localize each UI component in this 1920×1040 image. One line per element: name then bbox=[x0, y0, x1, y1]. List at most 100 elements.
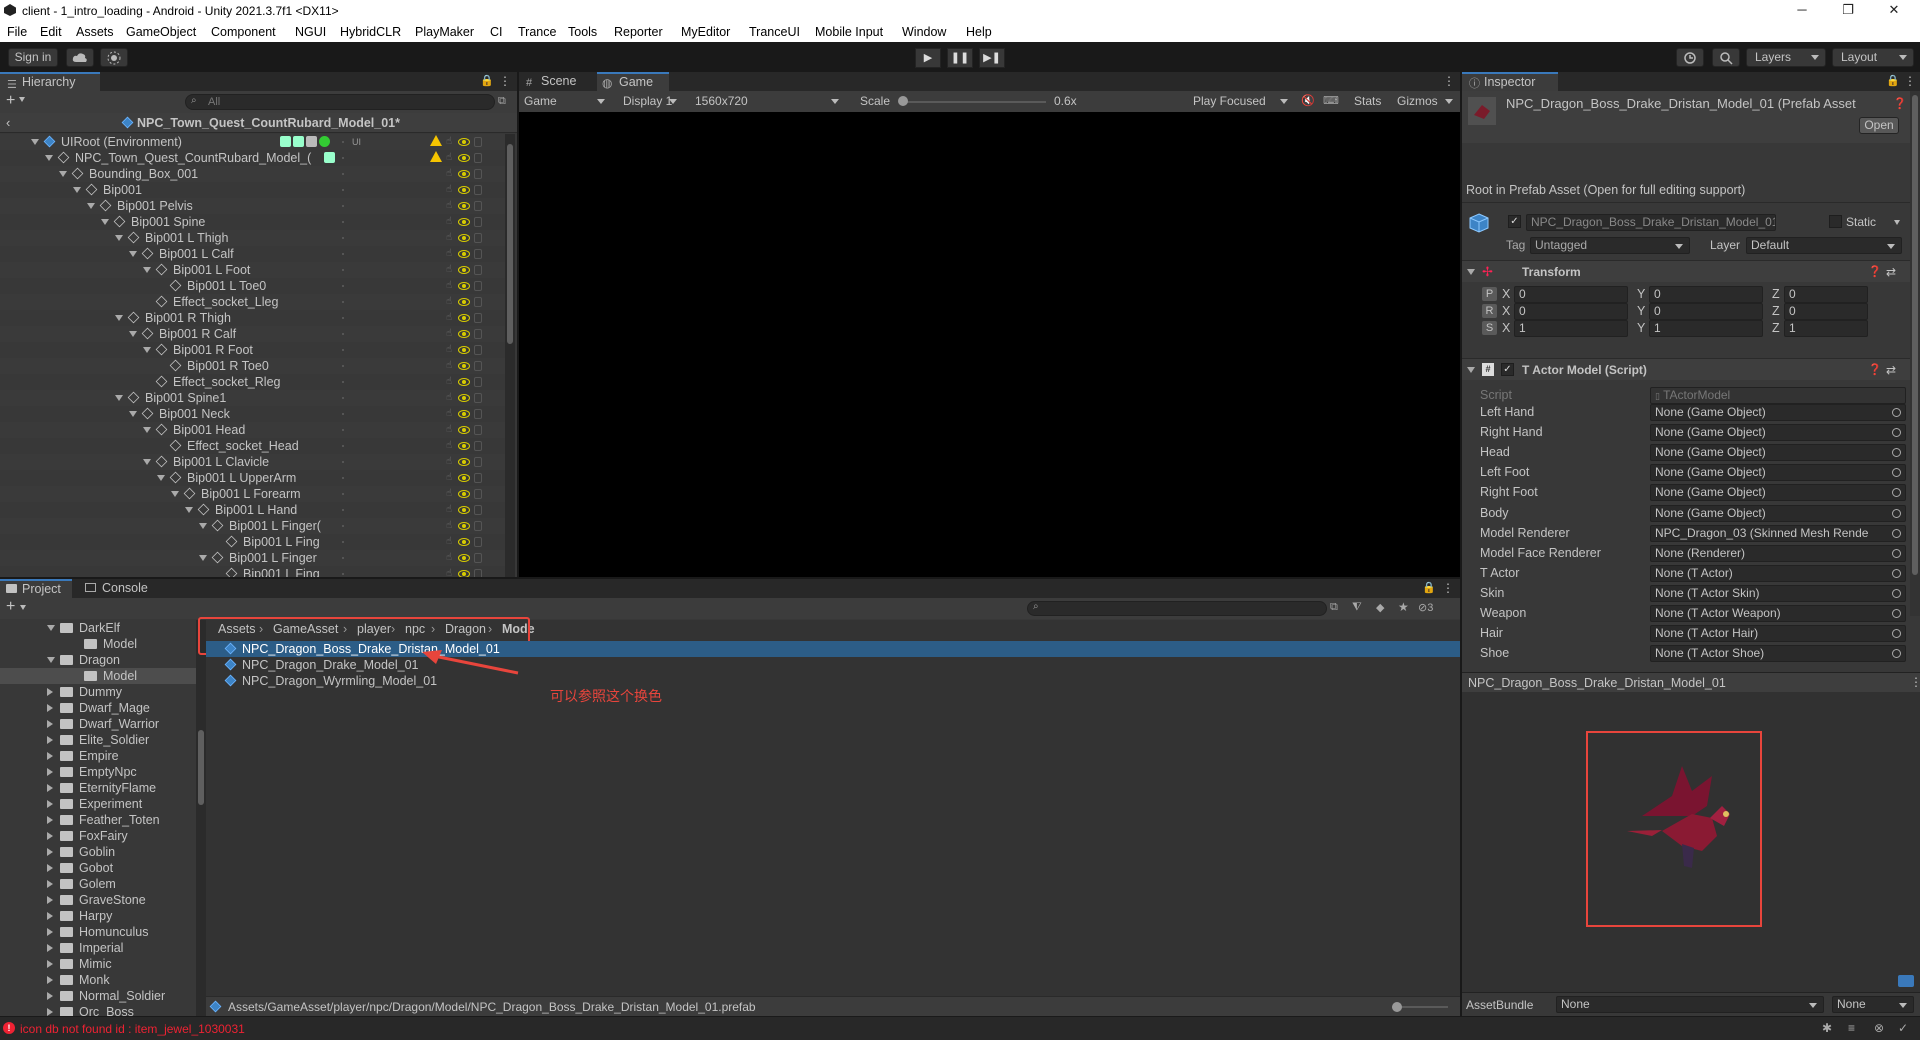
visibility-eye-icon[interactable] bbox=[458, 186, 470, 194]
visibility-eye-icon[interactable] bbox=[458, 298, 470, 306]
collab-button[interactable] bbox=[100, 48, 128, 67]
menu-trance[interactable]: Trance bbox=[518, 25, 556, 39]
pickable-hand-icon[interactable]: ☝ bbox=[446, 214, 454, 227]
folder-tree-item[interactable]: Feather_Toten bbox=[0, 812, 196, 828]
hierarchy-scrollbar[interactable] bbox=[505, 134, 515, 577]
step-button[interactable]: ▶❚ bbox=[979, 48, 1005, 68]
transform-y-field[interactable]: 1 bbox=[1649, 320, 1763, 337]
hierarchy-search-input[interactable]: All bbox=[185, 94, 495, 110]
expanded-arrow-icon[interactable] bbox=[47, 625, 55, 631]
hierarchy-row[interactable]: Bip001 L Fing ☝ bbox=[0, 566, 505, 577]
visibility-eye-icon[interactable] bbox=[458, 538, 470, 546]
open-prefab-button[interactable]: Open bbox=[1859, 117, 1899, 134]
pickable-hand-icon[interactable]: ☝ bbox=[446, 230, 454, 243]
visibility-eye-icon[interactable] bbox=[458, 266, 470, 274]
lock-icon[interactable] bbox=[474, 281, 482, 291]
tag-icon[interactable] bbox=[1898, 975, 1914, 987]
menu-file[interactable]: File bbox=[7, 25, 27, 39]
scroll-thumb[interactable] bbox=[1912, 95, 1918, 575]
transform-z-field[interactable]: 0 bbox=[1784, 286, 1868, 303]
collapsed-arrow-icon[interactable] bbox=[47, 784, 53, 792]
tag-dropdown[interactable]: Untagged bbox=[1530, 237, 1690, 254]
hierarchy-row[interactable]: Bip001 R Thigh ☝ bbox=[0, 310, 505, 326]
transform-y-field[interactable]: 0 bbox=[1649, 286, 1763, 303]
transform-row-key[interactable]: S bbox=[1482, 321, 1497, 335]
folder-tree-item[interactable]: Golem bbox=[0, 876, 196, 892]
hierarchy-row[interactable]: Bip001 L Finger(☝ bbox=[0, 518, 505, 534]
collapsed-arrow-icon[interactable] bbox=[47, 928, 53, 936]
static-dropdown-icon[interactable] bbox=[1894, 220, 1900, 225]
kebab-menu-icon[interactable]: ⋮ bbox=[1910, 675, 1920, 689]
gizmos-dropdown[interactable]: Gizmos bbox=[1395, 93, 1459, 110]
add-icon[interactable]: + bbox=[6, 598, 15, 616]
collapsed-arrow-icon[interactable] bbox=[47, 864, 53, 872]
visibility-eye-icon[interactable] bbox=[458, 330, 470, 338]
axis-label[interactable]: Z bbox=[1772, 304, 1780, 318]
lock-icon[interactable] bbox=[474, 233, 482, 243]
object-reference-field[interactable]: None (Game Object) bbox=[1650, 504, 1906, 522]
visibility-eye-icon[interactable] bbox=[458, 554, 470, 562]
menu-edit[interactable]: Edit bbox=[40, 25, 62, 39]
folder-tree-item[interactable]: Dwarf_Warrior bbox=[0, 716, 196, 732]
project-search-input[interactable] bbox=[1027, 601, 1327, 616]
visibility-eye-icon[interactable] bbox=[458, 426, 470, 434]
chevron-down-icon[interactable] bbox=[19, 97, 25, 102]
object-reference-field[interactable]: None (Game Object) bbox=[1650, 424, 1906, 442]
kebab-menu-icon[interactable]: ⋮ bbox=[1904, 74, 1916, 88]
asset-list-item[interactable]: NPC_Dragon_Wyrmling_Model_01 bbox=[206, 673, 1460, 689]
pickable-hand-icon[interactable]: ☝ bbox=[446, 406, 454, 419]
menu-ngui[interactable]: NGUI bbox=[295, 25, 326, 39]
lock-icon[interactable] bbox=[474, 377, 482, 387]
folder-tree-item[interactable]: EmptyNpc bbox=[0, 764, 196, 780]
lock-icon[interactable] bbox=[474, 553, 482, 563]
transform-z-field[interactable]: 1 bbox=[1784, 320, 1868, 337]
tab-game[interactable]: ◍ Game bbox=[597, 72, 669, 91]
hierarchy-row[interactable]: Bip001 L Toe0 ☝ bbox=[0, 278, 505, 294]
visibility-eye-icon[interactable] bbox=[458, 202, 470, 210]
progress-icon[interactable]: ⊗ bbox=[1874, 1021, 1884, 1035]
icon-size-slider-thumb[interactable] bbox=[1392, 1002, 1402, 1012]
expand-arrow-icon[interactable] bbox=[129, 251, 137, 257]
menu-ci[interactable]: CI bbox=[490, 25, 503, 39]
hierarchy-row[interactable]: Bip001 L Hand ☝ bbox=[0, 502, 505, 518]
folder-tree-item[interactable]: Gobot bbox=[0, 860, 196, 876]
visibility-eye-icon[interactable] bbox=[458, 362, 470, 370]
collapsed-arrow-icon[interactable] bbox=[47, 816, 53, 824]
pickable-hand-icon[interactable]: ☝ bbox=[446, 278, 454, 291]
expand-arrow-icon[interactable] bbox=[199, 523, 207, 529]
game-viewport[interactable] bbox=[519, 112, 1460, 577]
pickable-hand-icon[interactable]: ☝ bbox=[446, 470, 454, 483]
axis-label[interactable]: X bbox=[1502, 287, 1510, 301]
help-icon[interactable]: ❓ bbox=[1868, 363, 1882, 376]
kebab-menu-icon[interactable]: ⋮ bbox=[1443, 74, 1455, 88]
expand-arrow-icon[interactable] bbox=[45, 155, 53, 161]
object-reference-field[interactable]: None (Game Object) bbox=[1650, 404, 1906, 421]
tab-console[interactable]: Console bbox=[80, 579, 160, 598]
visibility-eye-icon[interactable] bbox=[458, 506, 470, 514]
asset-list-item[interactable]: NPC_Dragon_Boss_Drake_Dristan_Model_01 bbox=[206, 641, 1460, 657]
folder-tree-item[interactable]: Dwarf_Mage bbox=[0, 700, 196, 716]
checkmark-icon[interactable]: ✓ bbox=[1898, 1021, 1908, 1035]
hierarchy-row[interactable]: Bip001 Spine1 ☝ bbox=[0, 390, 505, 406]
object-picker-icon[interactable] bbox=[1892, 408, 1901, 417]
pickable-hand-icon[interactable]: ☝ bbox=[446, 454, 454, 467]
folder-tree-item[interactable]: Harpy bbox=[0, 908, 196, 924]
pickable-hand-icon[interactable]: ☝ bbox=[446, 518, 454, 531]
pickable-hand-icon[interactable]: ☝ bbox=[446, 294, 454, 307]
menu-tranceui[interactable]: TranceUI bbox=[749, 25, 800, 39]
scene-filter-icon[interactable]: ⧉ bbox=[498, 95, 506, 108]
object-picker-icon[interactable] bbox=[1892, 528, 1901, 538]
kebab-menu-icon[interactable]: ⋮ bbox=[1442, 581, 1454, 595]
object-reference-field[interactable]: None (T Actor Weapon) bbox=[1650, 605, 1906, 622]
hierarchy-row[interactable]: Effect_socket_Head ☝ bbox=[0, 438, 505, 454]
object-reference-field[interactable]: None (T Actor Shoe) bbox=[1650, 645, 1906, 663]
expand-arrow-icon[interactable] bbox=[87, 203, 95, 209]
axis-label[interactable]: Y bbox=[1637, 287, 1645, 301]
keyboard-icon[interactable]: ⌨ bbox=[1323, 94, 1339, 107]
display-dropdown[interactable]: Display 1 bbox=[613, 93, 683, 110]
folder-tree-item[interactable]: Homunculus bbox=[0, 924, 196, 940]
visibility-eye-icon[interactable] bbox=[458, 250, 470, 258]
hierarchy-row[interactable]: Bip001 L Fing ☝ bbox=[0, 534, 505, 550]
visibility-eye-icon[interactable] bbox=[458, 314, 470, 322]
play-button[interactable]: ▶ bbox=[915, 48, 941, 68]
